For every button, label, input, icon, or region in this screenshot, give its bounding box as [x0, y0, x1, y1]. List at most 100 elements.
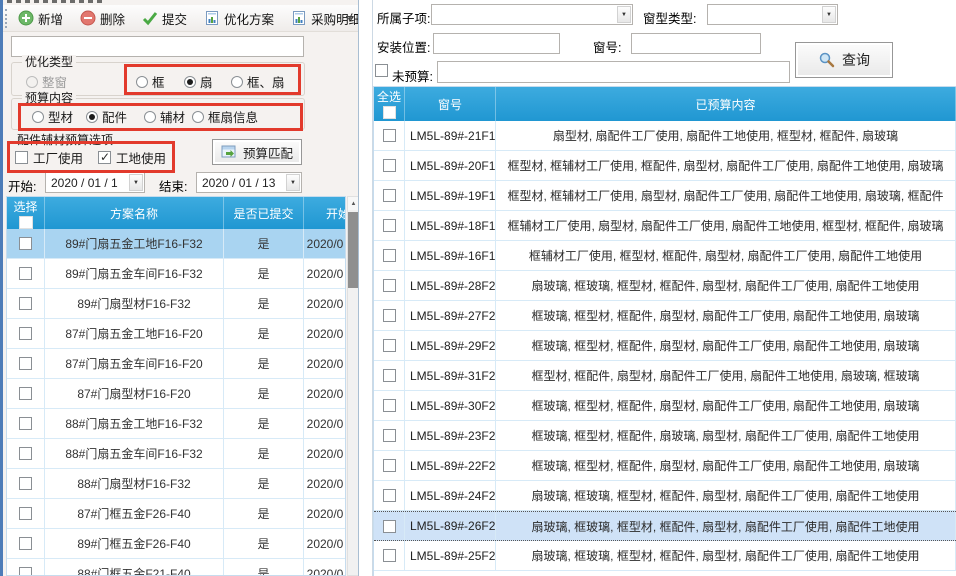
query-button-label: 查询 [842, 50, 870, 70]
windows-table-row[interactable]: LM5L-89#-30F28框玻璃, 框型材, 框配件, 扇型材, 扇配件工厂使… [374, 391, 956, 421]
windows-table-row[interactable]: LM5L-89#-27F25框玻璃, 框型材, 框配件, 扇型材, 扇配件工厂使… [374, 301, 956, 331]
budgeted-content-cell: 框辅材工厂使用, 框型材, 框配件, 扇型材, 扇配件工厂使用, 扇配件工地使用 [496, 241, 956, 270]
row-select-cell [374, 391, 405, 420]
end-date-picker[interactable]: 2020 / 01 / 13 ▼ [196, 172, 302, 193]
plans-table-row[interactable]: 88#门框五金F21-F40是2020/0 [7, 559, 345, 576]
windows-header-window-no: 窗号 [405, 87, 496, 121]
budget-content-option-0[interactable]: 型材 [32, 107, 73, 126]
usage-checkbox-item-1[interactable]: 工地使用 [98, 148, 166, 167]
row-checkbox[interactable] [19, 327, 32, 340]
checkbox-icon[interactable] [15, 151, 28, 164]
plans-table-row[interactable]: 88#门扇型材F16-F32是2020/0 [7, 469, 345, 499]
plan-name-input[interactable] [11, 36, 304, 57]
row-checkbox[interactable] [19, 417, 32, 430]
row-checkbox[interactable] [19, 477, 32, 490]
row-checkbox[interactable] [19, 567, 32, 576]
windows-table-row[interactable]: LM5L-89#-22F20框玻璃, 框型材, 框配件, 扇型材, 扇配件工厂使… [374, 451, 956, 481]
windows-table-row[interactable]: LM5L-89#-16F15框辅材工厂使用, 框型材, 框配件, 扇型材, 扇配… [374, 241, 956, 271]
chevron-down-icon[interactable]: ▼ [286, 174, 300, 191]
panel-splitter[interactable] [358, 0, 373, 576]
windows-table-row[interactable]: LM5L-89#-26F24扇玻璃, 框玻璃, 框型材, 框配件, 扇型材, 扇… [374, 511, 956, 541]
budgeted-content-cell: 框玻璃, 框型材, 框配件, 扇型材, 扇配件工厂使用, 扇配件工地使用, 扇玻… [496, 391, 956, 420]
row-checkbox[interactable] [383, 399, 396, 412]
usage-checkbox-item-0[interactable]: 工厂使用 [15, 148, 83, 167]
plans-table-row[interactable]: 88#门扇五金工地F16-F32是2020/0 [7, 409, 345, 439]
windows-table-row[interactable]: LM5L-89#-28F26扇玻璃, 框玻璃, 框型材, 框配件, 扇型材, 扇… [374, 271, 956, 301]
sub-item-dropdown[interactable]: ▼ [431, 4, 633, 25]
optimize-plan-button[interactable]: 优化方案 [199, 7, 279, 30]
submit-button[interactable]: 提交 [137, 7, 192, 30]
optimize-type-option-3[interactable]: 框、扇 [231, 72, 285, 91]
row-checkbox[interactable] [383, 249, 396, 262]
row-checkbox[interactable] [19, 447, 32, 460]
row-checkbox[interactable] [383, 339, 396, 352]
row-checkbox[interactable] [383, 279, 396, 292]
toolbar-overflow-button[interactable]: ▼ [343, 11, 356, 28]
row-checkbox[interactable] [383, 520, 396, 533]
select-all-checkbox[interactable] [19, 216, 33, 229]
windows-table-row[interactable]: LM5L-89#-20F18框型材, 框辅材工厂使用, 框配件, 扇型材, 扇配… [374, 151, 956, 181]
plan-submitted-cell: 是 [224, 529, 304, 558]
delete-button[interactable]: 删除 [75, 7, 130, 30]
row-checkbox[interactable] [383, 549, 396, 562]
query-button[interactable]: 查询 [795, 42, 893, 78]
plans-table-row[interactable]: 89#门扇五金工地F16-F32是2020/0 [7, 229, 345, 259]
optimize-type-option-2[interactable]: 扇 [184, 72, 213, 91]
add-button[interactable]: 新增 [13, 7, 68, 30]
plans-table-row[interactable]: 89#门扇型材F16-F32是2020/0 [7, 289, 345, 319]
row-select-cell [374, 451, 405, 480]
budget-match-button[interactable]: 预算匹配 [212, 139, 302, 165]
plans-table-row[interactable]: 87#门扇五金工地F16-F20是2020/0 [7, 319, 345, 349]
chevron-down-icon[interactable]: ▼ [617, 6, 631, 23]
windows-table-row[interactable]: LM5L-89#-31F29框型材, 框配件, 扇型材, 扇配件工厂使用, 扇配… [374, 361, 956, 391]
install-position-input[interactable] [433, 33, 560, 54]
optimize-type-option-1[interactable]: 框 [136, 72, 165, 91]
plan-name-cell: 87#门扇型材F16-F20 [45, 379, 224, 408]
row-checkbox[interactable] [383, 489, 396, 502]
row-checkbox[interactable] [19, 357, 32, 370]
row-checkbox[interactable] [19, 387, 32, 400]
plans-table-row[interactable]: 87#门扇型材F16-F20是2020/0 [7, 379, 345, 409]
chevron-down-icon[interactable]: ▼ [822, 6, 836, 23]
checkbox-icon[interactable] [98, 151, 111, 164]
budget-content-option-label: 配件 [102, 107, 127, 126]
chevron-down-icon[interactable]: ▼ [129, 174, 143, 191]
row-checkbox[interactable] [19, 237, 32, 250]
budgeted-content-cell: 框型材, 框辅材工厂使用, 扇型材, 扇配件工厂使用, 扇配件工地使用, 扇玻璃… [496, 181, 956, 210]
window-type-dropdown[interactable]: ▼ [707, 4, 838, 25]
plans-table-row[interactable]: 87#门扇五金车间F16-F20是2020/0 [7, 349, 345, 379]
row-checkbox[interactable] [383, 309, 396, 322]
windows-table-row[interactable]: LM5L-89#-25F23扇玻璃, 框玻璃, 框型材, 框配件, 扇型材, 扇… [374, 541, 956, 571]
start-date-picker[interactable]: 2020 / 01 / 1 ▼ [45, 172, 145, 193]
row-checkbox[interactable] [19, 297, 32, 310]
window-no-input[interactable] [631, 33, 761, 54]
row-checkbox[interactable] [19, 267, 32, 280]
plans-table-row[interactable]: 88#门扇五金车间F16-F32是2020/0 [7, 439, 345, 469]
row-select-cell [374, 121, 405, 150]
plans-table-row[interactable]: 89#门框五金F26-F40是2020/0 [7, 529, 345, 559]
plans-table-row[interactable]: 89#门扇五金车间F16-F32是2020/0 [7, 259, 345, 289]
plans-table-row[interactable]: 87#门框五金F26-F40是2020/0 [7, 499, 345, 529]
windows-table-row[interactable]: LM5L-89#-23F21框玻璃, 框型材, 框配件, 扇玻璃, 扇型材, 扇… [374, 421, 956, 451]
row-checkbox[interactable] [383, 189, 396, 202]
select-all-checkbox[interactable] [383, 106, 396, 119]
row-checkbox[interactable] [19, 537, 32, 550]
budget-content-option-3[interactable]: 框扇信息 [192, 107, 258, 126]
row-checkbox[interactable] [383, 369, 396, 382]
unbudgeted-input[interactable] [437, 61, 790, 83]
unbudgeted-checkbox[interactable] [375, 64, 388, 77]
row-checkbox[interactable] [383, 219, 396, 232]
row-checkbox[interactable] [383, 129, 396, 142]
row-checkbox[interactable] [383, 429, 396, 442]
budget-content-option-2[interactable]: 辅材 [144, 107, 185, 126]
row-checkbox[interactable] [383, 459, 396, 472]
budgeted-content-cell: 扇型材, 扇配件工厂使用, 扇配件工地使用, 框型材, 框配件, 扇玻璃 [496, 121, 956, 150]
windows-table-row[interactable]: LM5L-89#-19F17框型材, 框辅材工厂使用, 扇型材, 扇配件工厂使用… [374, 181, 956, 211]
windows-table-row[interactable]: LM5L-89#-21F19扇型材, 扇配件工厂使用, 扇配件工地使用, 框型材… [374, 121, 956, 151]
windows-table-row[interactable]: LM5L-89#-18F16框辅材工厂使用, 扇型材, 扇配件工厂使用, 扇配件… [374, 211, 956, 241]
row-checkbox[interactable] [383, 159, 396, 172]
windows-table-row[interactable]: LM5L-89#-24F22扇玻璃, 框玻璃, 框型材, 框配件, 扇型材, 扇… [374, 481, 956, 511]
windows-table-row[interactable]: LM5L-89#-29F27框玻璃, 框型材, 框配件, 扇型材, 扇配件工厂使… [374, 331, 956, 361]
budget-content-option-1[interactable]: 配件 [86, 107, 127, 126]
row-checkbox[interactable] [19, 507, 32, 520]
